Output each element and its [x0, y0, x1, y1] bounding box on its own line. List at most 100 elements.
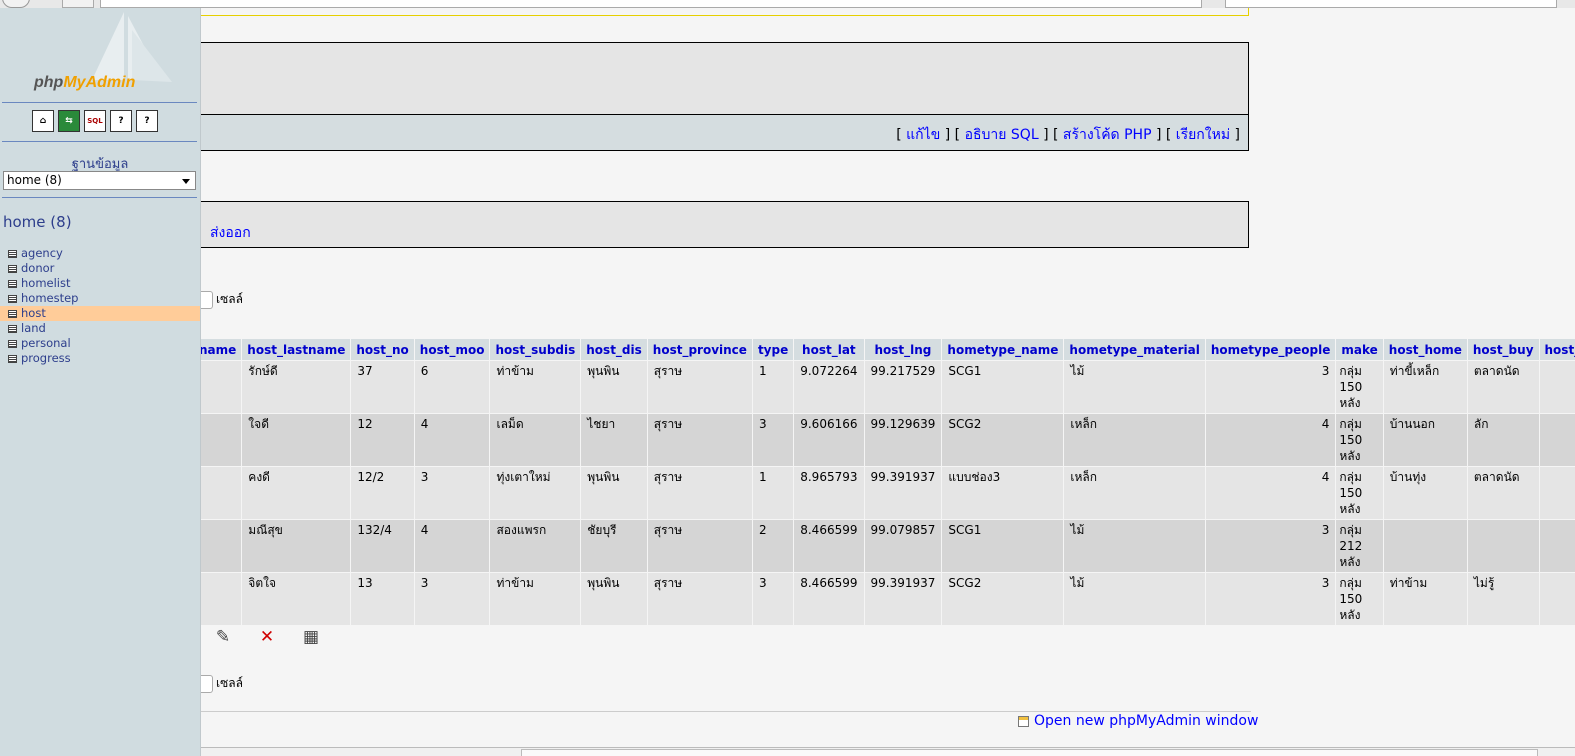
cell-hometype_material: ไม้ — [1064, 520, 1205, 572]
table-icon[interactable] — [8, 309, 17, 318]
table-icon[interactable] — [8, 264, 17, 273]
home-icon[interactable]: ⌂ — [32, 110, 54, 132]
refresh-link[interactable]: เรียกใหม่ — [1176, 127, 1230, 143]
table-item-land[interactable]: land — [0, 321, 200, 336]
table-icon[interactable] — [8, 279, 17, 288]
cell-option-bottom: เซลล์ — [201, 674, 243, 693]
table-row: ใจดี 12 4 เลม็ด ไชยา สุราษ 3 9.606166 99.129639 S… — [201, 414, 1575, 466]
address-bar[interactable] — [100, 0, 1202, 8]
table-icon[interactable] — [8, 294, 17, 303]
cell-host_dis: พุนพิน — [581, 573, 647, 625]
cell-host_lng: 99.217529 — [864, 361, 942, 413]
cell-host_subdis: ทุ่งเตาใหม่ — [490, 467, 581, 519]
column-header-host_lastname[interactable]: host_lastname — [242, 339, 351, 360]
cell-hometype_people: 3 — [1205, 573, 1336, 625]
cell-make: กลุ่ม 150 หลัง — [1336, 573, 1383, 625]
cell-host_budget: 200 — [1539, 573, 1575, 625]
divider — [2, 141, 197, 142]
column-header-make[interactable]: make — [1336, 339, 1383, 360]
cell-host_moo: 6 — [414, 361, 490, 413]
table-item-homelist[interactable]: homelist — [0, 276, 200, 291]
cell-type: 2 — [752, 520, 794, 572]
cell-name — [201, 520, 242, 572]
column-header-host_dis[interactable]: host_dis — [581, 339, 647, 360]
column-header-name[interactable]: name — [201, 339, 242, 360]
cell-host_no: 12/2 — [351, 467, 414, 519]
table-icon[interactable] — [8, 354, 17, 363]
cell-host_home: ท่าขี้เหล็ก — [1383, 361, 1467, 413]
export-table-icon[interactable]: ▦ — [301, 627, 321, 647]
chevron-down-icon — [182, 179, 190, 184]
cell-host_dis: พุนพิน — [581, 467, 647, 519]
column-header-host_home[interactable]: host_home — [1383, 339, 1467, 360]
cell-checkbox[interactable] — [201, 290, 213, 309]
cell-host_subdis: เลม็ด — [490, 414, 581, 466]
cell-make: กลุ่ม 150 หลัง — [1336, 467, 1383, 519]
export-link[interactable]: ส่งออก — [210, 222, 251, 244]
column-header-host_moo[interactable]: host_moo — [414, 339, 490, 360]
phpmyadmin-logo[interactable]: phpMyAdmin — [34, 74, 135, 92]
column-header-hometype_people[interactable]: hometype_people — [1205, 339, 1336, 360]
table-icon[interactable] — [8, 339, 17, 348]
column-header-host_buy[interactable]: host_buy — [1467, 339, 1539, 360]
cell-host_no: 132/4 — [351, 520, 414, 572]
new-window-icon[interactable] — [1018, 715, 1029, 727]
cell-hometype_people: 3 — [1205, 361, 1336, 413]
cell-host_lat: 8.466599 — [794, 573, 864, 625]
column-header-host_province[interactable]: host_province — [647, 339, 752, 360]
column-header-host_lng[interactable]: host_lng — [864, 339, 942, 360]
table-icon[interactable] — [8, 249, 17, 258]
cell-checkbox[interactable] — [201, 674, 213, 693]
explain-sql-link[interactable]: อธิบาย SQL — [965, 127, 1039, 143]
query-window-icon[interactable]: ⇆ — [58, 110, 80, 132]
cell-hometype_name: SCG2 — [942, 573, 1064, 625]
database-heading-link[interactable]: home (8) — [3, 213, 72, 231]
export-box: ส่งออก — [201, 201, 1249, 248]
nav-button[interactable] — [62, 0, 94, 8]
docs-icon[interactable]: ? — [110, 110, 132, 132]
cell-host_province: สุราษ — [647, 361, 752, 413]
table-item-host[interactable]: host — [0, 306, 200, 321]
cell-make: กลุ่ม 212 หลัง — [1336, 520, 1383, 572]
scrollbar-thumb[interactable] — [521, 749, 1538, 756]
column-header-host_lat[interactable]: host_lat — [794, 339, 864, 360]
table-icon[interactable] — [8, 324, 17, 333]
cell-name — [201, 361, 242, 413]
horizontal-scrollbar[interactable] — [201, 747, 1575, 756]
cell-host_moo: 3 — [414, 573, 490, 625]
open-new-window-link[interactable]: Open new phpMyAdmin window — [1018, 713, 1258, 729]
browser-search-field[interactable] — [1225, 0, 1557, 8]
table-item-donor[interactable]: donor — [0, 261, 200, 276]
database-select[interactable]: home (8) — [3, 171, 196, 190]
cell-host_home: ท่าข้าม — [1383, 573, 1467, 625]
cell-hometype_name: SCG1 — [942, 361, 1064, 413]
cell-host_lng: 99.391937 — [864, 573, 942, 625]
cell-host_moo: 3 — [414, 467, 490, 519]
column-header-hometype_material[interactable]: hometype_material — [1064, 339, 1205, 360]
edit-pencil-icon[interactable]: ✎ — [213, 627, 233, 647]
create-php-code-link[interactable]: สร้างโค้ด PHP — [1063, 127, 1152, 143]
cell-hometype_people: 4 — [1205, 467, 1336, 519]
column-header-host_subdis[interactable]: host_subdis — [490, 339, 581, 360]
cell-host_buy — [1467, 520, 1539, 572]
edit-query-link[interactable]: แก้ไข — [906, 127, 940, 143]
delete-x-icon[interactable]: ✕ — [257, 627, 277, 647]
cell-host_dis: ไชยา — [581, 414, 647, 466]
table-item-personal[interactable]: personal — [0, 336, 200, 351]
cell-hometype_name: SCG2 — [942, 414, 1064, 466]
back-button[interactable] — [2, 0, 30, 8]
row-actions: ✎ ✕ ▦ — [213, 627, 321, 647]
sql-icon[interactable]: SQL — [84, 110, 106, 132]
cell-name — [201, 467, 242, 519]
column-header-host_no[interactable]: host_no — [351, 339, 414, 360]
table-item-agency[interactable]: agency — [0, 246, 200, 261]
column-header-type[interactable]: type — [752, 339, 794, 360]
table-item-progress[interactable]: progress — [0, 351, 200, 366]
cell-host_buy: ตลาดนัด — [1467, 467, 1539, 519]
column-header-host_budget[interactable]: host_budget — [1539, 339, 1575, 360]
cell-host_no: 12 — [351, 414, 414, 466]
table-item-homestep[interactable]: homestep — [0, 291, 200, 306]
help-icon[interactable]: ? — [136, 110, 158, 132]
cell-host_lng: 99.079857 — [864, 520, 942, 572]
column-header-hometype_name[interactable]: hometype_name — [942, 339, 1064, 360]
